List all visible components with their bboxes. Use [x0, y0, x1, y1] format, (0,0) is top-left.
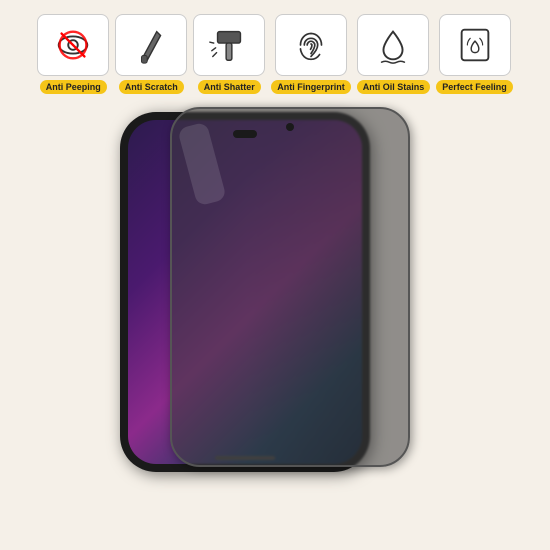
- anti-scratch-icon-box: [115, 14, 187, 76]
- phone-wrapper: [120, 112, 430, 472]
- phone-section: [0, 102, 550, 550]
- touch-icon: [454, 24, 496, 66]
- fingerprint-icon: [290, 24, 332, 66]
- anti-fingerprint-icon-box: [275, 14, 347, 76]
- anti-scratch-label: Anti Scratch: [119, 80, 184, 94]
- phone-notch: [233, 130, 257, 138]
- water-drop-icon: [372, 24, 414, 66]
- privacy-camera-cutout: [286, 123, 294, 131]
- feature-perfect-feeling: Perfect Feeling: [436, 14, 513, 94]
- knife-icon: [130, 24, 172, 66]
- feature-anti-peeping: Anti Peeping: [37, 14, 109, 94]
- anti-peeping-icon-box: [37, 14, 109, 76]
- anti-shatter-icon-box: [193, 14, 265, 76]
- features-row: Anti Peeping Anti Scratch: [0, 0, 550, 102]
- feature-anti-scratch: Anti Scratch: [115, 14, 187, 94]
- feature-anti-oil: Anti Oil Stains: [357, 14, 431, 94]
- privacy-screen-protector: [170, 107, 410, 467]
- perfect-feeling-label: Perfect Feeling: [436, 80, 513, 94]
- anti-peeping-label: Anti Peeping: [40, 80, 107, 94]
- anti-oil-icon-box: [357, 14, 429, 76]
- feature-anti-fingerprint: Anti Fingerprint: [271, 14, 351, 94]
- anti-shatter-label: Anti Shatter: [198, 80, 261, 94]
- hammer-icon: [208, 24, 250, 66]
- eye-slash-icon: [52, 24, 94, 66]
- anti-oil-label: Anti Oil Stains: [357, 80, 431, 94]
- perfect-feeling-icon-box: [439, 14, 511, 76]
- anti-fingerprint-label: Anti Fingerprint: [271, 80, 351, 94]
- feature-anti-shatter: Anti Shatter: [193, 14, 265, 94]
